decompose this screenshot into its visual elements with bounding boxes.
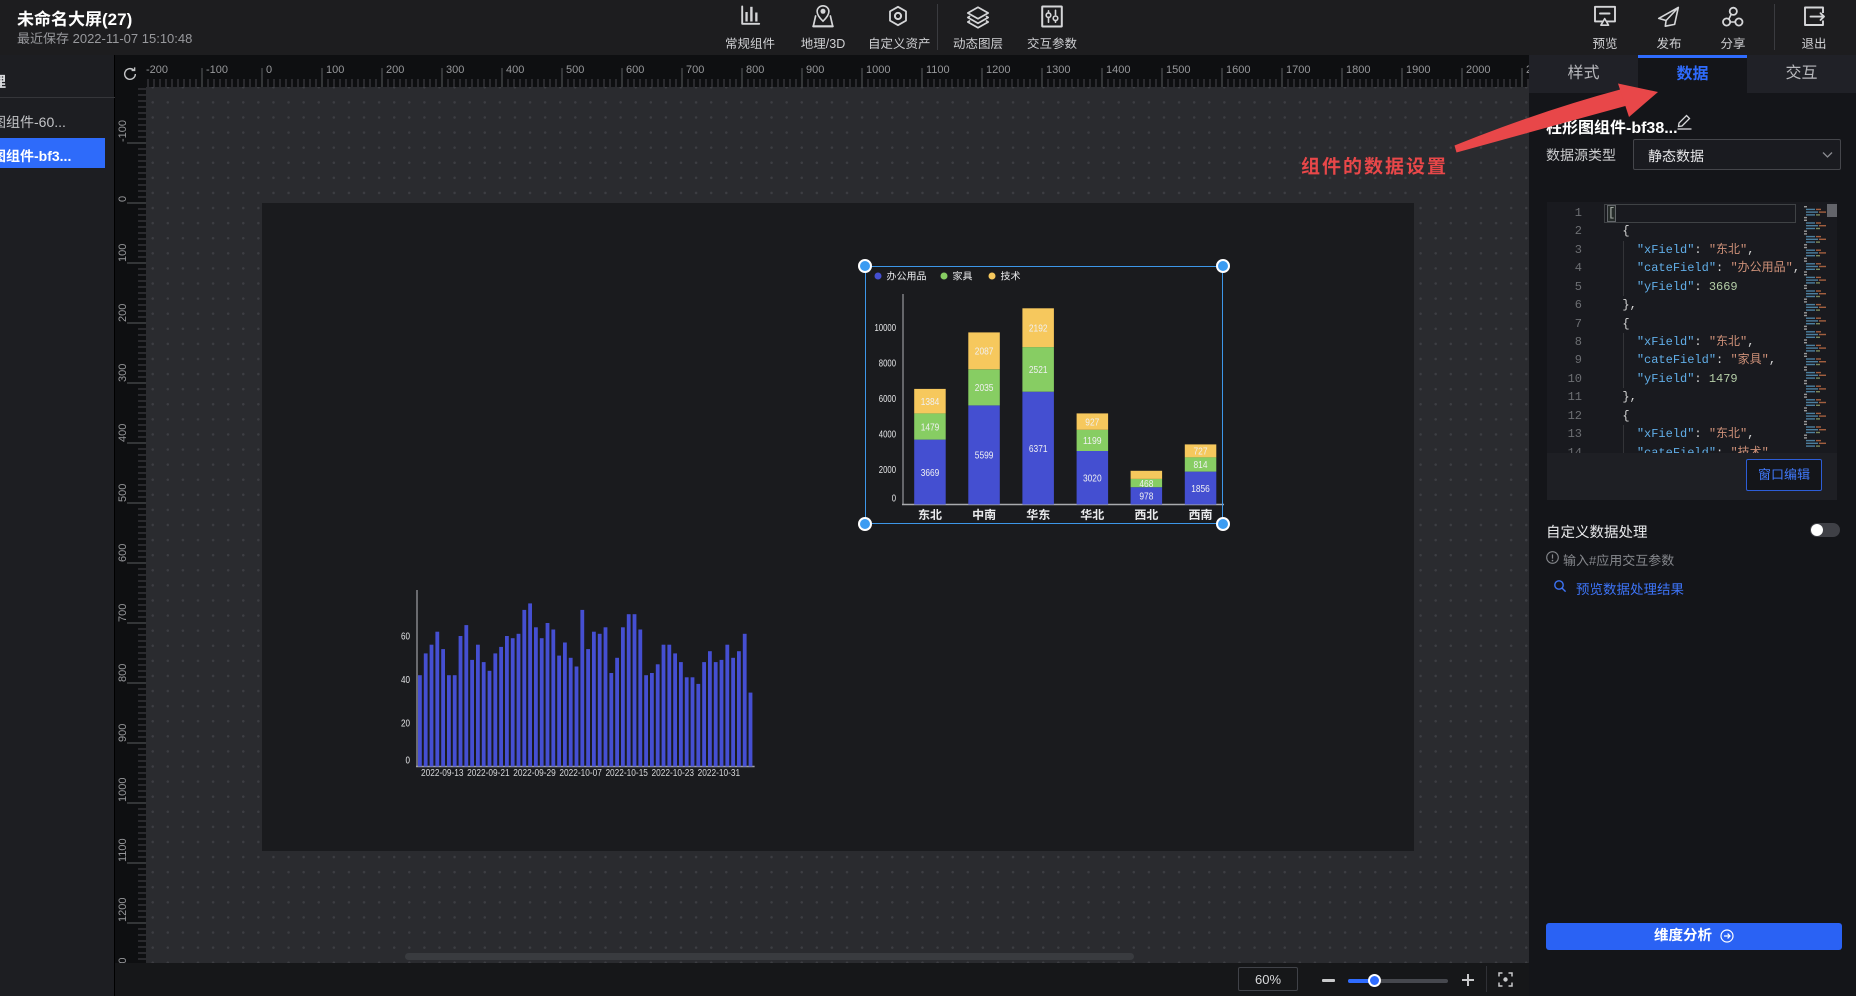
svg-text:800: 800 bbox=[117, 664, 129, 682]
svg-text:500: 500 bbox=[117, 484, 129, 502]
svg-text:700: 700 bbox=[117, 604, 129, 622]
svg-text:0: 0 bbox=[406, 756, 411, 767]
svg-text:300: 300 bbox=[446, 64, 464, 76]
svg-text:2022-10-23: 2022-10-23 bbox=[652, 768, 695, 779]
svg-text:900: 900 bbox=[806, 64, 824, 76]
svg-text:1000: 1000 bbox=[117, 778, 129, 802]
svg-text:1400: 1400 bbox=[1106, 64, 1130, 76]
svg-text:300: 300 bbox=[117, 364, 129, 382]
svg-text:2022-09-29: 2022-09-29 bbox=[513, 768, 556, 779]
svg-text:2022-10-07: 2022-10-07 bbox=[559, 768, 602, 779]
svg-text:2022-09-13: 2022-09-13 bbox=[421, 768, 464, 779]
svg-text:600: 600 bbox=[117, 544, 129, 562]
svg-text:0: 0 bbox=[117, 196, 129, 202]
svg-text:200: 200 bbox=[386, 64, 404, 76]
svg-text:1200: 1200 bbox=[986, 64, 1010, 76]
svg-text:500: 500 bbox=[566, 64, 584, 76]
svg-text:2022-10-31: 2022-10-31 bbox=[698, 768, 741, 779]
svg-text:-200: -200 bbox=[146, 64, 168, 76]
svg-text:0: 0 bbox=[266, 64, 272, 76]
svg-text:-100: -100 bbox=[117, 120, 129, 142]
svg-text:800: 800 bbox=[746, 64, 764, 76]
svg-text:20: 20 bbox=[401, 719, 410, 730]
svg-text:400: 400 bbox=[117, 424, 129, 442]
svg-text:1500: 1500 bbox=[1166, 64, 1190, 76]
svg-text:200: 200 bbox=[117, 304, 129, 322]
svg-text:600: 600 bbox=[626, 64, 644, 76]
svg-text:2022-10-15: 2022-10-15 bbox=[605, 768, 648, 779]
svg-text:1100: 1100 bbox=[117, 838, 129, 862]
svg-text:1600: 1600 bbox=[1226, 64, 1250, 76]
svg-text:400: 400 bbox=[506, 64, 524, 76]
svg-text:900: 900 bbox=[117, 724, 129, 742]
svg-text:700: 700 bbox=[686, 64, 704, 76]
svg-text:-100: -100 bbox=[206, 64, 228, 76]
svg-text:100: 100 bbox=[326, 64, 344, 76]
svg-text:1000: 1000 bbox=[866, 64, 890, 76]
svg-text:40: 40 bbox=[401, 675, 410, 686]
svg-text:1300: 1300 bbox=[1046, 64, 1070, 76]
svg-text:1100: 1100 bbox=[926, 64, 950, 76]
svg-text:1200: 1200 bbox=[117, 898, 129, 922]
svg-text:100: 100 bbox=[117, 244, 129, 262]
svg-text:2022-09-21: 2022-09-21 bbox=[467, 768, 510, 779]
svg-text:60: 60 bbox=[401, 632, 410, 643]
